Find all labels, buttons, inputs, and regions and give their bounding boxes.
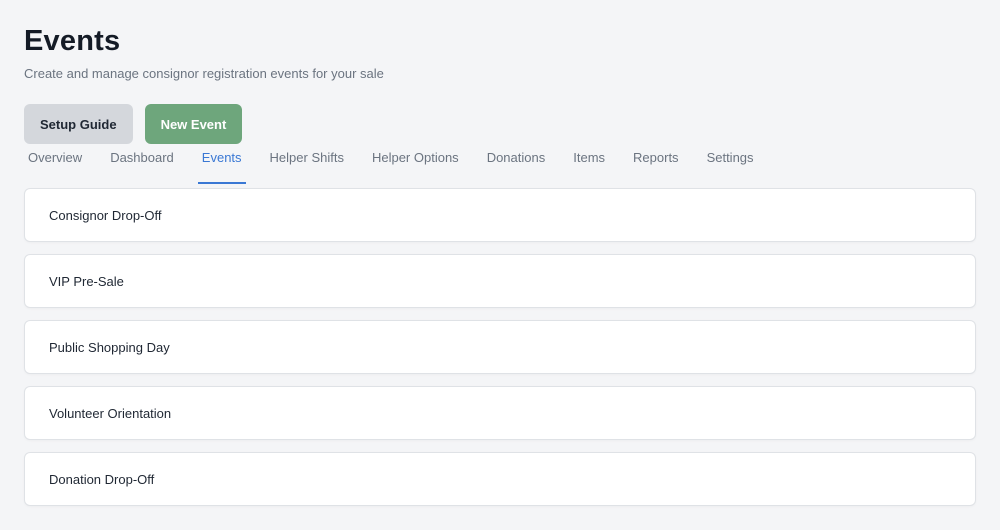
page-subtitle: Create and manage consignor registration… xyxy=(24,66,384,81)
event-card[interactable]: Donation Drop-Off xyxy=(24,452,976,506)
event-name: Volunteer Orientation xyxy=(49,405,172,421)
tab-donations[interactable]: Donations xyxy=(483,140,550,184)
tab-settings[interactable]: Settings xyxy=(703,140,758,184)
event-card[interactable]: Consignor Drop-Off xyxy=(24,188,976,242)
action-bar: Setup Guide New Event xyxy=(24,104,243,144)
tab-events[interactable]: Events xyxy=(197,140,246,184)
page-title: Events xyxy=(24,25,121,57)
setup-guide-button[interactable]: Setup Guide xyxy=(24,104,133,144)
event-card[interactable]: VIP Pre-Sale xyxy=(24,254,976,308)
tab-reports[interactable]: Reports xyxy=(629,140,683,184)
event-card[interactable]: Public Shopping Day xyxy=(24,320,976,374)
event-name: Donation Drop-Off xyxy=(49,471,155,487)
event-list: Consignor Drop-Off VIP Pre-Sale Public S… xyxy=(24,188,976,518)
event-card[interactable]: Volunteer Orientation xyxy=(24,386,976,440)
new-event-button[interactable]: New Event xyxy=(144,104,243,144)
event-name: Consignor Drop-Off xyxy=(49,207,162,223)
event-name: VIP Pre-Sale xyxy=(49,273,124,289)
tab-overview[interactable]: Overview xyxy=(24,140,86,184)
tab-helper-shifts[interactable]: Helper Shifts xyxy=(266,140,348,184)
tab-dashboard[interactable]: Dashboard xyxy=(106,140,178,184)
events-page: Events Create and manage consignor regis… xyxy=(0,0,1000,530)
tab-items[interactable]: Items xyxy=(569,140,609,184)
tab-helper-options[interactable]: Helper Options xyxy=(368,140,463,184)
event-name: Public Shopping Day xyxy=(49,339,170,355)
tab-bar: Overview Dashboard Events Helper Shifts … xyxy=(24,140,778,184)
